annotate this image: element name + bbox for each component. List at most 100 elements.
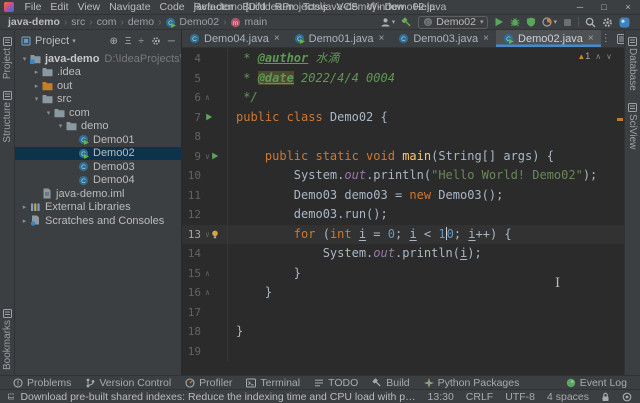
code-line-14[interactable]: 14 System.out.println(i); [182, 244, 624, 264]
status-message[interactable]: Download pre-built shared indexes: Reduc… [20, 391, 417, 403]
inspections-hector-icon[interactable] [622, 392, 632, 402]
toolwindow-button-profiler[interactable]: Profiler [178, 377, 239, 389]
tree-item-out[interactable]: ▸ out [15, 79, 181, 93]
editor-tab-demo03-java[interactable]: C Demo03.java× [391, 30, 496, 47]
prev-warning-icon[interactable]: ∧ [595, 52, 601, 61]
close-icon[interactable]: × [483, 33, 489, 44]
menu-refactor[interactable]: Refactor [189, 1, 238, 13]
menu-file[interactable]: File [20, 1, 46, 13]
tree-item-scratches-and-consoles[interactable]: ▸Scratches and Consoles [15, 214, 181, 228]
menu-tools[interactable]: Tools [298, 1, 332, 13]
editor-tab-demo04-java[interactable]: C Demo04.java× [182, 30, 287, 47]
warning-stripe-mark[interactable] [617, 118, 623, 121]
run-with-coverage-button[interactable] [526, 17, 536, 27]
toolwindow-button-sciview[interactable]: SciView [627, 96, 638, 154]
status-item-4-spaces[interactable]: 4 spaces [547, 391, 589, 403]
tree-toggle-icon[interactable]: ▸ [19, 203, 30, 211]
toolwindow-button-database[interactable]: Database [627, 30, 638, 96]
ide-plugin-button[interactable] [619, 17, 630, 28]
run-line-icon[interactable] [211, 152, 219, 160]
settings-button[interactable] [602, 17, 613, 28]
tree-item-demo[interactable]: ▾ demo [15, 120, 181, 134]
breadcrumb-item-demo[interactable]: demo [128, 16, 154, 28]
status-item-caret-position[interactable]: 13:30 [428, 391, 454, 403]
tree-toggle-icon[interactable]: ▸ [31, 82, 42, 90]
menu-window[interactable]: Window [363, 1, 409, 13]
close-icon[interactable]: × [379, 33, 385, 44]
breadcrumb-item-java-demo[interactable]: java-demo [8, 16, 60, 28]
run-configuration-select[interactable]: C Demo02 ▾ [418, 16, 488, 29]
tree-item-com[interactable]: ▾ com [15, 106, 181, 120]
tree-item-external-libraries[interactable]: ▸External Libraries [15, 201, 181, 215]
lock-icon[interactable] [601, 392, 610, 402]
code-line-5[interactable]: 5 * @date 2022/4/4 0004 [182, 69, 624, 89]
tree-toggle-icon[interactable]: ▾ [19, 55, 30, 63]
menu-vcs[interactable]: VCS [332, 1, 363, 13]
toolwindow-button-version-control[interactable]: Version Control [78, 377, 178, 389]
toolwindow-button-structure[interactable]: Structure [2, 84, 13, 148]
code-line-18[interactable]: 18} [182, 322, 624, 342]
run-line-icon[interactable] [205, 113, 213, 121]
hide-panel-button[interactable]: ─ [168, 36, 175, 47]
inspections-widget[interactable]: ▲1 ∧ ∨ [577, 51, 612, 61]
menu-code[interactable]: Code [155, 1, 189, 13]
code-line-19[interactable]: 19 [182, 342, 624, 362]
code-line-15[interactable]: 15∧ } [182, 264, 624, 284]
search-everywhere-button[interactable] [585, 17, 596, 28]
fold-start-icon[interactable]: ∨ [205, 225, 210, 245]
close-button[interactable]: × [616, 2, 640, 12]
fold-end-icon[interactable]: ∧ [205, 283, 210, 303]
user-account-button[interactable]: ▾ [380, 17, 396, 28]
toolwindow-button-python-packages[interactable]: Python Packages [417, 377, 527, 389]
minimize-button[interactable]: ─ [568, 2, 592, 12]
toolwindow-switcher-icon[interactable] [8, 392, 14, 401]
tree-item-demo02[interactable]: C Demo02 [15, 147, 181, 161]
menu-navigate[interactable]: Navigate [105, 1, 155, 13]
tree-toggle-icon[interactable]: ▾ [55, 122, 66, 130]
close-icon[interactable]: × [274, 33, 280, 44]
code-line-13[interactable]: 13∨ for (int i = 0; i < 10; i++) { [182, 225, 624, 245]
breadcrumb-item-demo02[interactable]: C Demo02 [165, 16, 219, 28]
run-button[interactable] [494, 17, 504, 27]
stop-button[interactable] [563, 18, 572, 27]
breadcrumb-item-src[interactable]: src [71, 16, 85, 28]
breadcrumb-item-com[interactable]: com [97, 16, 117, 28]
code-line-17[interactable]: 17 [182, 303, 624, 323]
tree-toggle-icon[interactable]: ▾ [43, 109, 54, 117]
locate-file-button[interactable]: ⊕ [110, 36, 118, 47]
menu-help[interactable]: Help [409, 1, 440, 13]
code-line-12[interactable]: 12 demo03.run(); [182, 205, 624, 225]
close-icon[interactable]: × [588, 33, 594, 44]
tree-item-demo04[interactable]: C Demo04 [15, 174, 181, 188]
editor-tab-demo02-java[interactable]: C Demo02.java× [496, 30, 601, 47]
toolwindow-button-event-log[interactable]: Event Log [559, 377, 634, 389]
code-editor[interactable]: ▲1 ∧ ∨ 4 * @author 水滴5 * @date 2022/4/4 … [182, 48, 624, 375]
code-line-11[interactable]: 11 Demo03 demo03 = new Demo03(); [182, 186, 624, 206]
build-project-button[interactable] [401, 17, 412, 28]
menu-run[interactable]: Run [270, 1, 298, 13]
editor-tab-demo01-java[interactable]: C Demo01.java× [287, 30, 392, 47]
collapse-all-button[interactable]: ÷ [138, 36, 144, 47]
tree-item-demo01[interactable]: C Demo01 [15, 133, 181, 147]
tree-item-java-demo-iml[interactable]: java-demo.iml [15, 187, 181, 201]
tree-toggle-icon[interactable]: ▾ [31, 95, 42, 103]
code-line-9[interactable]: 9∨ public static void main(String[] args… [182, 147, 624, 167]
project-panel-title[interactable]: Project [35, 35, 69, 47]
menu-edit[interactable]: Edit [46, 1, 73, 13]
next-warning-icon[interactable]: ∨ [606, 52, 612, 61]
code-line-4[interactable]: 4 * @author 水滴 [182, 49, 624, 69]
code-line-10[interactable]: 10 System.out.println("Hello World! Demo… [182, 166, 624, 186]
fold-start-icon[interactable]: ∨ [205, 147, 210, 167]
tree-item-java-demo[interactable]: ▾ java-demoD:\IdeaProjects\java-demo [15, 52, 181, 66]
toolwindow-button-project[interactable]: Project [2, 30, 13, 84]
fold-end-icon[interactable]: ∧ [205, 88, 210, 108]
toolwindow-button-todo[interactable]: TODO [307, 377, 365, 389]
toolwindow-button-build[interactable]: Build [365, 377, 416, 389]
tree-toggle-icon[interactable]: ▸ [31, 68, 42, 76]
fold-end-icon[interactable]: ∧ [205, 264, 210, 284]
menu-view[interactable]: View [73, 1, 105, 13]
tree-toggle-icon[interactable]: ▸ [19, 217, 30, 225]
breadcrumb-item-main[interactable]: mmain [230, 16, 267, 28]
intention-bulb-icon[interactable] [211, 230, 219, 239]
code-line-6[interactable]: 6∧ */ [182, 88, 624, 108]
